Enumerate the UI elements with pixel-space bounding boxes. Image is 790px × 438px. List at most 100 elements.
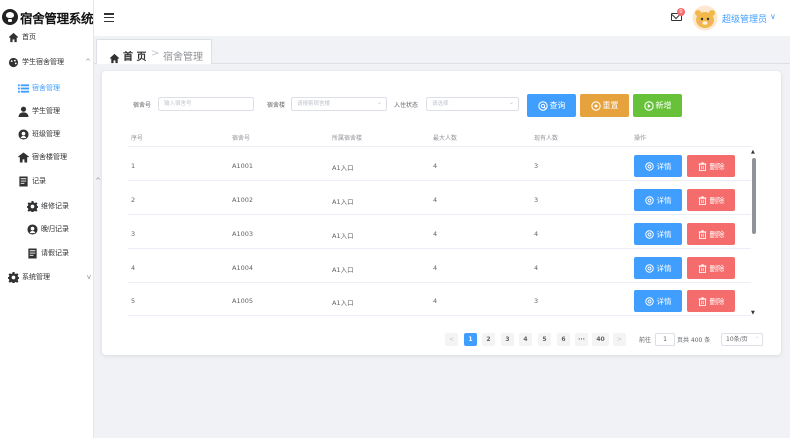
column-header-current: 现有人数 [534,135,559,142]
chevron-down-icon: ⌄ [755,334,760,340]
table-row-divider [128,180,751,181]
search-icon [644,296,654,306]
pagination-page-last[interactable]: 40 [592,333,609,346]
pagination-ellipsis[interactable]: ··· [575,333,588,346]
app-logo: 宿舍管理系统 [2,6,94,28]
logo-icon [2,9,18,25]
delete-button[interactable]: 删除 [687,257,735,279]
search-icon [644,229,654,239]
sidebar-item-dorm-manage[interactable]: 宿舍管理 [18,79,111,97]
delete-button[interactable]: 删除 [687,189,735,211]
app-title: 宿舍管理系统 [20,10,94,26]
add-button[interactable]: 新增 [633,94,682,117]
cell-index: 5 [131,297,136,305]
breadcrumb-current: 宿舍管理 [163,52,203,63]
search-icon [644,161,654,171]
pagination-page-5[interactable]: 5 [538,333,551,346]
detail-button[interactable]: 详情 [634,223,682,245]
chevron-up-icon: ^ [85,58,91,66]
scroll-down-arrow[interactable]: ▼ [751,310,755,316]
document-icon [18,175,29,187]
pagination-page-1[interactable]: 1 [464,333,477,346]
delete-button-label: 删除 [709,229,725,239]
add-button-label: 新增 [655,101,672,110]
search-button[interactable]: 查询 [527,94,576,117]
cell-current: 3 [534,196,539,204]
breadcrumb-home[interactable]: 首 页 [123,48,146,63]
detail-button[interactable]: 详情 [634,257,682,279]
detail-button-label: 详情 [656,296,672,306]
table-scrollbar-thumb[interactable] [752,158,756,234]
avatar[interactable] [692,5,718,31]
detail-button[interactable]: 详情 [634,189,682,211]
building-select[interactable] [291,97,387,111]
cell-max: 4 [433,264,438,272]
search-icon [644,263,654,273]
sidebar-item-system-manage[interactable]: 系统管理 v [8,268,101,286]
cell-room: A1001 [232,162,253,170]
sidebar-item-label: 记录 [32,177,46,185]
pagination-prev[interactable]: < [445,333,458,346]
delete-button[interactable]: 删除 [687,155,735,177]
breadcrumb-separator: > [151,48,160,59]
chevron-down-icon: ⌄ [377,99,383,106]
column-header-room: 宿舍号 [232,135,251,142]
column-header-max: 最大人数 [433,135,458,142]
sidebar-item-label: 宿舍管理 [32,84,60,92]
delete-button[interactable]: 删除 [687,290,735,312]
status-select[interactable] [426,97,519,111]
table-bottom-divider [128,315,751,316]
chevron-down-icon[interactable]: ∨ [770,12,776,21]
chevron-up-icon: ^ [95,177,101,185]
reset-icon [590,100,601,111]
cell-room: A1003 [232,230,253,238]
sidebar-item-class-manage[interactable]: 班级管理 [18,125,111,143]
room-filter-label: 宿舍号 [133,102,152,109]
trash-icon [698,263,706,273]
trash-icon [698,229,706,239]
cell-building: A1入口 [332,198,354,206]
sidebar-item-label: 首页 [22,33,36,41]
sidebar-item-building-manage[interactable]: 宿舍楼管理 [18,148,111,166]
delete-button-label: 删除 [709,263,725,273]
delete-button-label: 删除 [709,161,725,171]
cell-index: 4 [131,264,136,272]
sidebar-item-label: 系统管理 [22,273,50,281]
user-name[interactable]: 超级管理员 [722,12,767,25]
delete-button[interactable]: 删除 [687,223,735,245]
pagination-page-3[interactable]: 3 [501,333,514,346]
cell-max: 4 [433,196,438,204]
sidebar-item-home[interactable]: 首页 [8,28,101,46]
room-number-input[interactable] [158,97,254,111]
pagination-page-2[interactable]: 2 [482,333,495,346]
detail-button[interactable]: 详情 [634,290,682,312]
search-icon [644,195,654,205]
detail-button-label: 详情 [656,263,672,273]
add-icon [643,100,654,111]
sidebar-item-student-dorm[interactable]: 学生宿舍管理 ^ [8,53,101,71]
reset-button-label: 重置 [602,101,619,110]
sidebar-item-student-manage[interactable]: 学生管理 [18,102,111,120]
pagination-next[interactable]: > [613,333,626,346]
pagination-goto-input[interactable]: 1 [655,333,675,346]
reset-button[interactable]: 重置 [580,94,629,117]
chevron-down-icon: ⌄ [509,99,515,106]
pagination-page-4[interactable]: 4 [519,333,532,346]
pagination-page-6[interactable]: 6 [557,333,570,346]
sidebar-item-records[interactable]: 记录 ^ [18,172,111,190]
cell-index: 3 [131,230,136,238]
dorm-list-card: 宿舍号 宿舍楼 ⌄ 入住状态 ⌄ 查询 重置 新增 序号 宿舍号 所属宿舍楼 最… [102,71,781,355]
sidebar-item-label: 宿舍楼管理 [32,153,67,161]
chevron-down-icon: v [86,273,91,281]
cell-room: A1005 [232,297,253,305]
scroll-up-arrow[interactable]: ▲ [751,149,755,155]
building-icon [18,151,29,163]
detail-button[interactable]: 详情 [634,155,682,177]
delete-button-label: 删除 [709,296,725,306]
detail-button-label: 详情 [656,229,672,239]
class-icon [18,128,29,140]
cell-room: A1002 [232,196,253,204]
sidebar-item-label: 请假记录 [41,249,69,257]
hamburger-menu-icon[interactable] [104,13,114,22]
cell-max: 4 [433,162,438,170]
